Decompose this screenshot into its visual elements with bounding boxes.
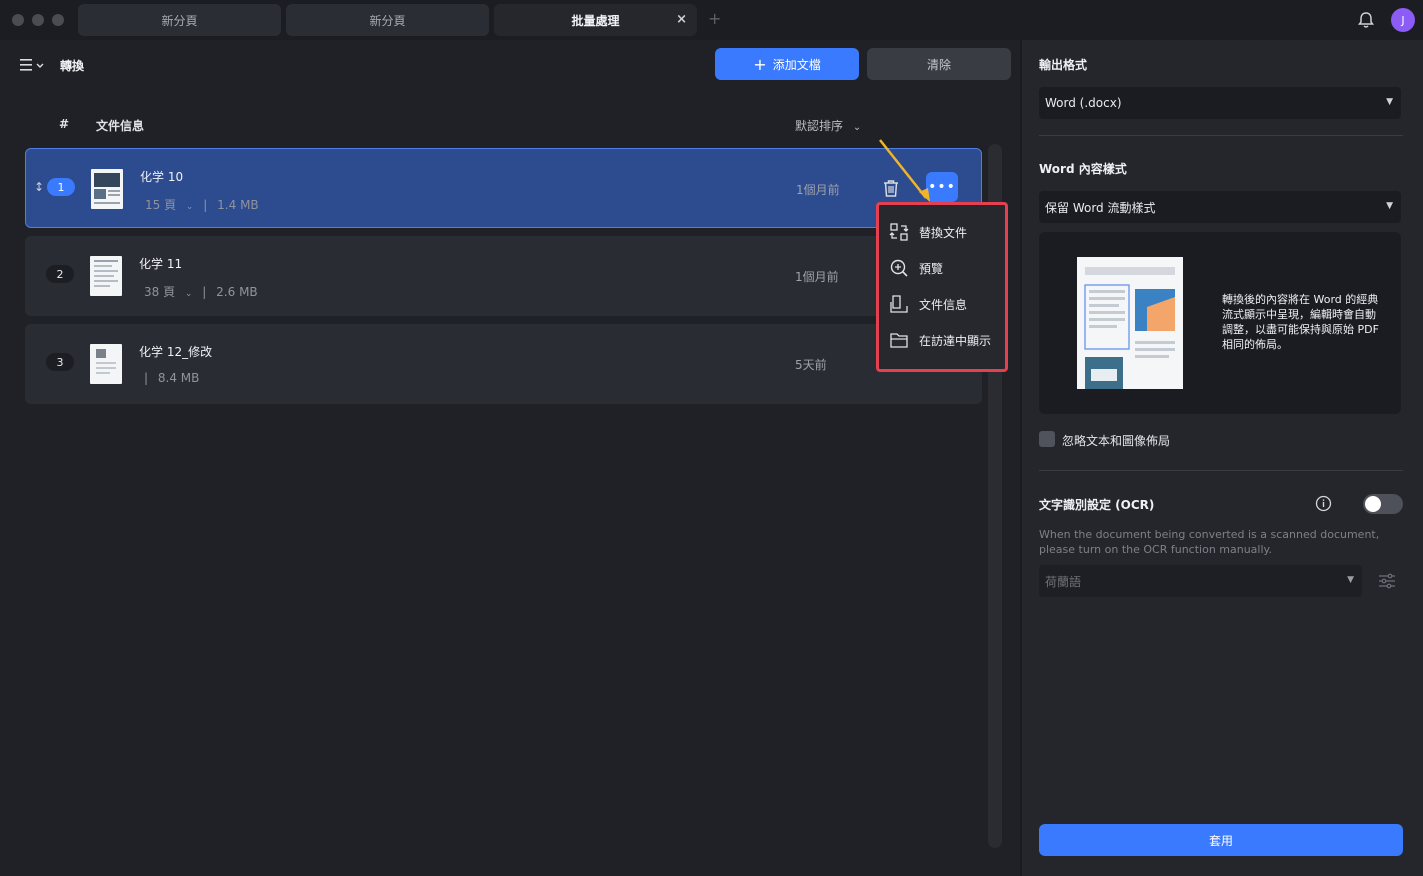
page-title: 轉換 [60,59,85,73]
column-header-file-info: 文件信息 [96,119,145,133]
tab-label: 批量處理 [571,13,620,28]
file-name: 化学 10 [140,170,184,184]
tab-new-1[interactable]: 新分頁 [78,4,281,36]
ocr-description: When the document being converted is a s… [1039,528,1380,556]
caret-down-icon: ▼ [1347,575,1354,585]
layout-preview-image [1077,257,1183,389]
menu-item-preview[interactable]: 預覽 [889,254,943,282]
settings-sliders-icon[interactable] [1377,571,1397,591]
menu-item-label: 文件信息 [919,297,968,312]
row-index: 1 [47,178,75,196]
new-tab-button[interactable]: + [708,9,721,28]
bell-icon[interactable] [1356,10,1376,30]
menu-item-label: 替換文件 [919,225,968,240]
menu-item-label: 預覽 [919,261,944,276]
tab-label: 新分頁 [369,13,406,28]
ignore-layout-label: 忽略文本和圖像佈局 [1062,434,1171,448]
word-style-label: Word 內容樣式 [1039,162,1127,176]
menu-icon [20,59,44,71]
tab-close-icon[interactable]: × [676,12,687,27]
output-format-value: Word (.docx) [1045,96,1122,110]
menu-item-replace-file[interactable]: 替換文件 [889,218,967,246]
file-row[interactable]: 2 化学 11 38 頁 ⌄ | 2.6 MB 1個月前 [25,236,982,316]
row-index: 2 [46,265,74,283]
window-zoom-button[interactable] [52,14,64,26]
drag-handle-icon[interactable]: ↕ [34,180,44,194]
settings-panel: 輸出格式 Word (.docx) ▼ Word 內容樣式 保留 Word 流動… [1022,40,1423,876]
clear-button[interactable]: 清除 [867,48,1011,80]
file-size: 2.6 MB [216,285,258,299]
file-row[interactable]: 3 化学 12_修改 | 8.4 MB 5天前 [25,324,982,404]
file-thumbnail [90,256,122,296]
ocr-language-select[interactable]: 荷蘭語 ▼ [1039,565,1362,597]
avatar[interactable]: J [1391,8,1415,32]
style-preview: 轉換後的內容將在 Word 的經典流式顯示中呈現，編輯時會自動調整，以盡可能保持… [1039,232,1401,414]
file-name: 化学 12_修改 [139,345,213,359]
chevron-down-icon: ⌄ [184,289,193,299]
file-meta: 38 頁 ⌄ | 2.6 MB [144,283,258,300]
file-thumbnail [90,344,122,384]
separator: | [202,285,207,299]
context-menu: 替換文件 預覽 文件信息 在訪達中顯示 [876,202,1008,372]
output-format-select[interactable]: Word (.docx) ▼ [1039,87,1401,119]
tab-new-2[interactable]: 新分頁 [286,4,489,36]
separator: | [203,198,208,212]
title-bar: 新分頁 新分頁 批量處理 × + J [0,0,1423,40]
tab-label: 新分頁 [161,13,198,28]
add-document-button[interactable]: + 添加文檔 [715,48,859,80]
zoom-icon [890,259,908,277]
sort-label: 默認排序 [795,119,844,133]
menu-item-show-in-finder[interactable]: 在訪達中顯示 [889,326,991,354]
style-description: 轉換後的內容將在 Word 的經典流式顯示中呈現，編輯時會自動調整，以盡可能保持… [1222,293,1379,351]
menu-button[interactable] [18,56,48,74]
caret-down-icon: ▼ [1386,97,1393,107]
toggle-knob [1365,496,1381,512]
main-panel: 轉換 + 添加文檔 清除 # 文件信息 默認排序 ⌄ ↕ 1 化学 10 15 … [0,40,1020,876]
folder-icon [890,333,908,348]
divider [1039,135,1403,136]
row-index: 3 [46,353,74,371]
apply-label: 套用 [1208,833,1233,848]
menu-item-file-info[interactable]: 文件信息 [889,290,967,318]
ocr-label: 文字識別設定 (OCR) [1039,498,1155,512]
replace-icon [889,223,909,241]
page-count-dropdown[interactable]: 38 頁 [144,285,175,299]
output-format-label: 輸出格式 [1039,58,1088,72]
word-style-select[interactable]: 保留 Word 流動樣式 ▼ [1039,191,1401,223]
file-meta: | 8.4 MB [144,371,199,385]
clear-label: 清除 [926,57,951,72]
menu-item-label: 在訪達中顯示 [919,333,992,348]
page-count-dropdown[interactable]: 15 頁 [145,198,176,212]
chevron-down-icon: ⌄ [185,202,194,212]
window-minimize-button[interactable] [32,14,44,26]
ocr-language-value: 荷蘭語 [1045,574,1082,589]
annotation-arrow-icon [879,139,930,202]
file-row[interactable]: ↕ 1 化学 10 15 頁 ⌄ | 1.4 MB 1個月前 ••• [25,148,982,228]
plus-icon: + [753,54,767,74]
info-icon[interactable] [1315,495,1332,512]
separator: | [144,371,149,385]
apply-button[interactable]: 套用 [1039,824,1403,856]
window-close-button[interactable] [12,14,24,26]
file-size: 8.4 MB [157,371,200,385]
tab-batch[interactable]: 批量處理 × [494,4,697,36]
caret-down-icon: ▼ [1386,201,1393,211]
ocr-toggle[interactable] [1363,494,1403,514]
sort-dropdown[interactable]: 默認排序 ⌄ [795,117,861,134]
file-name: 化学 11 [139,257,183,271]
add-document-label: 添加文檔 [772,57,821,72]
file-size: 1.4 MB [217,198,259,212]
file-thumbnail [91,169,123,209]
file-date: 5天前 [795,358,827,372]
file-date: 1個月前 [795,270,839,284]
chevron-down-icon: ⌄ [852,122,862,133]
divider [1039,470,1403,471]
ignore-layout-checkbox[interactable] [1039,431,1055,447]
file-date: 1個月前 [796,183,840,197]
file-meta: 15 頁 ⌄ | 1.4 MB [145,196,259,213]
file-info-icon [890,295,908,313]
column-header-index: # [59,117,70,131]
word-style-value: 保留 Word 流動樣式 [1045,200,1156,215]
